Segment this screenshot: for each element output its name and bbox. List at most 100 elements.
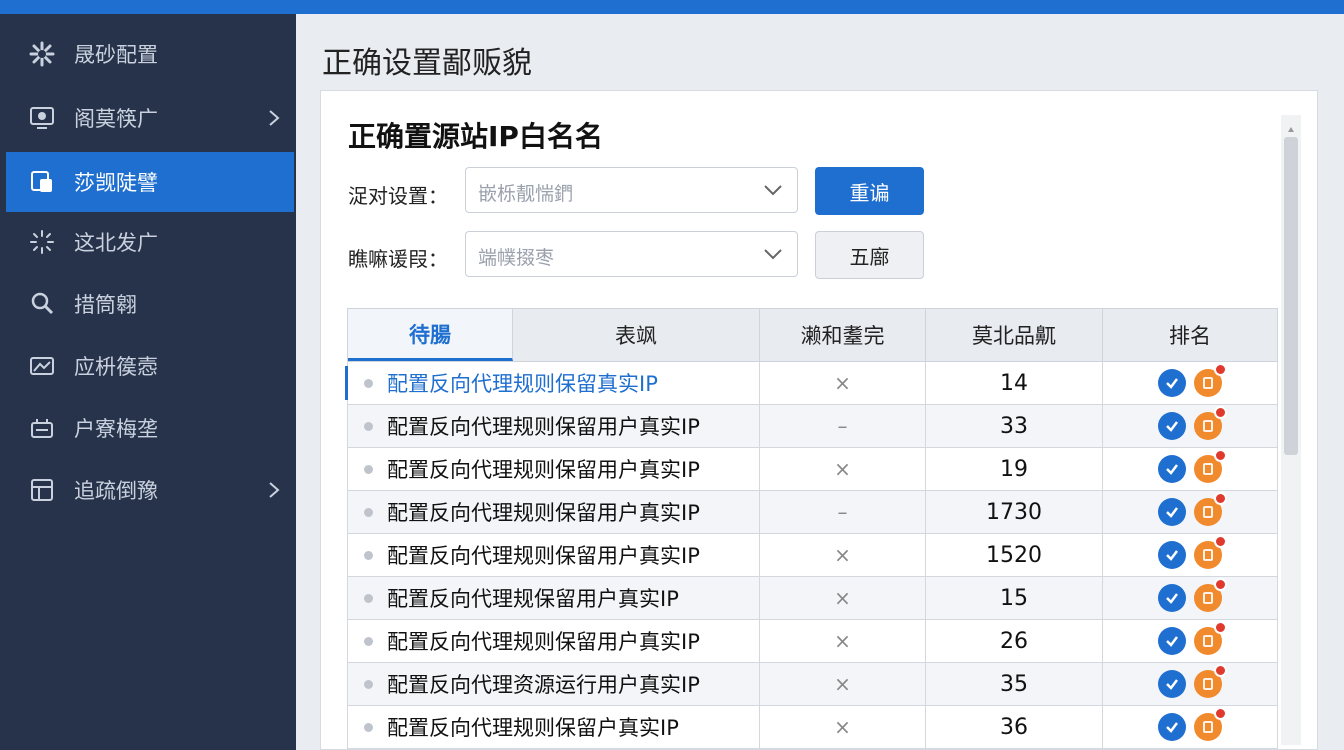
check-circle-icon[interactable] (1158, 455, 1186, 483)
filter-select-1[interactable]: 嵌栎靓惴鍆 (465, 167, 798, 213)
inbox-icon (28, 414, 56, 442)
column-header-3[interactable]: 濑和耋完 (760, 309, 926, 361)
sidebar-item-label: 阁莫筷广 (74, 107, 158, 131)
check-circle-icon[interactable] (1158, 670, 1186, 698)
column-header-1[interactable]: 待腸 (348, 309, 513, 361)
sidebar-item-label: 应枡篌悫 (74, 355, 158, 379)
sidebar-item-2[interactable]: 阁莫筷广 (6, 88, 294, 148)
check-circle-icon[interactable] (1158, 541, 1186, 569)
table-row[interactable]: 配置反向代理规则保留用户真实IP –1730 (347, 491, 1278, 534)
filter-select-2[interactable]: 端幞掇枣 (465, 231, 798, 277)
query-button[interactable]: 重谝 (815, 167, 924, 215)
chevron-right-icon (254, 481, 294, 499)
edit-badge-icon[interactable] (1194, 664, 1227, 698)
spark-icon (28, 228, 56, 256)
count-cell: 19 (926, 448, 1103, 490)
row-name: 配置反向代理资源运行用户真实IP (387, 673, 700, 697)
filter-label-2: 瞧嘛谖叚： (348, 247, 448, 271)
sidebar-item-label: 措筒翱 (74, 293, 137, 317)
edit-badge-icon[interactable] (1194, 492, 1227, 526)
edit-badge-icon[interactable] (1194, 578, 1227, 612)
scrollbar-thumb[interactable] (1284, 137, 1298, 455)
notification-badge (1214, 664, 1227, 677)
sidebar-item-4[interactable]: 这北发广 (6, 212, 294, 272)
mark-cell: × (760, 620, 926, 662)
mark-cell: – (760, 491, 926, 533)
bullet-dot (364, 464, 373, 474)
check-circle-icon[interactable] (1158, 498, 1186, 526)
table-row[interactable]: 配置反向代理规则保留用户真实IP × 26 (347, 620, 1278, 663)
action-cell (1103, 534, 1277, 576)
notification-badge (1214, 406, 1227, 419)
count-cell: 26 (926, 620, 1103, 662)
edit-badge-icon[interactable] (1194, 406, 1227, 440)
name-cell: 配置反向代理规保留用户真实IP (348, 577, 760, 619)
sidebar-item-label: 晟砂配置 (74, 43, 158, 67)
edit-badge-icon[interactable] (1194, 707, 1227, 741)
column-header-2[interactable]: 表飒 (513, 309, 760, 361)
notification-badge (1214, 621, 1227, 634)
page-title: 正确设置鄙贩貌 (322, 46, 532, 81)
action-cell (1103, 663, 1277, 705)
count-cell: 1520 (926, 534, 1103, 576)
name-cell: 配置反向代理规则保留用户真实IP (348, 405, 760, 447)
row-name: 配置反向代理规则保留用户真实IP (387, 501, 700, 525)
table-row[interactable]: 配置反向代理规则保留户真实IP × 36 (347, 706, 1278, 749)
bullet-dot (364, 507, 373, 517)
name-cell: 配置反向代理规则保留用户真实IP (348, 448, 760, 490)
bullet-dot (364, 550, 373, 560)
notification-badge (1214, 449, 1227, 462)
filter-select-value: 端幞掇枣 (478, 247, 555, 269)
sidebar-item-label: 户寮梅垄 (74, 417, 158, 441)
sidebar-item-1[interactable]: 晟砂配置 (6, 24, 294, 84)
name-cell: 配置反向代理规则保留真实IP (348, 362, 760, 404)
sidebar-item-label: 莎觊陡譬 (74, 171, 158, 195)
sidebar-item-3[interactable]: 莎觊陡譬 (6, 152, 294, 212)
table-row[interactable]: 配置反向代理资源运行用户真实IP × 35 (347, 663, 1278, 706)
action-cell (1103, 620, 1277, 662)
sidebar: 晟砂配置 阁莫筷广 莎觊陡譬 这北发广 措筒翱 应枡篌悫 户寮梅垄 追疏倒豫 (0, 14, 296, 750)
table-row[interactable]: 配置反向代理规则保留真实IP × 14 (345, 362, 1278, 405)
notification-badge (1214, 578, 1227, 591)
action-cell (1103, 448, 1277, 490)
edit-badge-icon[interactable] (1194, 363, 1227, 397)
sidebar-item-7[interactable]: 户寮梅垄 (6, 398, 294, 458)
table-header: 待腸 表飒 濑和耋完 莫北品鼿 排名 (347, 308, 1278, 362)
monitor-icon (28, 104, 56, 132)
name-cell: 配置反向代理规则保留户真实IP (348, 706, 760, 748)
table-row[interactable]: 配置反向代理规则保留用户真实IP × 19 (347, 448, 1278, 491)
check-circle-icon[interactable] (1158, 412, 1186, 440)
document-icon (28, 168, 56, 196)
check-circle-icon[interactable] (1158, 627, 1186, 655)
sidebar-item-8[interactable]: 追疏倒豫 (6, 460, 294, 520)
sidebar-item-5[interactable]: 措筒翱 (6, 274, 294, 334)
count-cell: 14 (926, 362, 1103, 404)
table-row[interactable]: 配置反向代理规保留用户真实IP × 15 (347, 577, 1278, 620)
count-cell: 36 (926, 706, 1103, 748)
notification-badge (1214, 363, 1227, 376)
table-row[interactable]: 配置反向代理规则保留用户真实IP –33 (347, 405, 1278, 448)
table-row[interactable]: 配置反向代理规则保留用户真实IP × 1520 (347, 534, 1278, 577)
edit-badge-icon[interactable] (1194, 449, 1227, 483)
check-circle-icon[interactable] (1158, 369, 1186, 397)
vertical-scrollbar[interactable] (1281, 115, 1301, 745)
edit-badge-icon[interactable] (1194, 621, 1227, 655)
sidebar-item-6[interactable]: 应枡篌悫 (6, 336, 294, 396)
bullet-dot (364, 378, 373, 388)
action-cell (1103, 405, 1277, 447)
check-circle-icon[interactable] (1158, 713, 1186, 741)
chevron-right-icon (254, 109, 294, 127)
scroll-up-icon[interactable] (1287, 119, 1295, 138)
edit-badge-icon[interactable] (1194, 535, 1227, 569)
mark-cell: × (760, 448, 926, 490)
chevron-down-icon (763, 244, 783, 268)
mark-cell: × (760, 706, 926, 748)
column-header-4[interactable]: 莫北品鼿 (926, 309, 1103, 361)
check-circle-icon[interactable] (1158, 584, 1186, 612)
sidebar-item-label: 追疏倒豫 (74, 479, 158, 503)
gear-icon (28, 40, 56, 68)
mark-cell: × (760, 577, 926, 619)
row-name: 配置反向代理规则保留户真实IP (387, 716, 679, 740)
column-header-5[interactable]: 排名 (1103, 309, 1277, 361)
reset-button[interactable]: 五廍 (815, 231, 924, 279)
